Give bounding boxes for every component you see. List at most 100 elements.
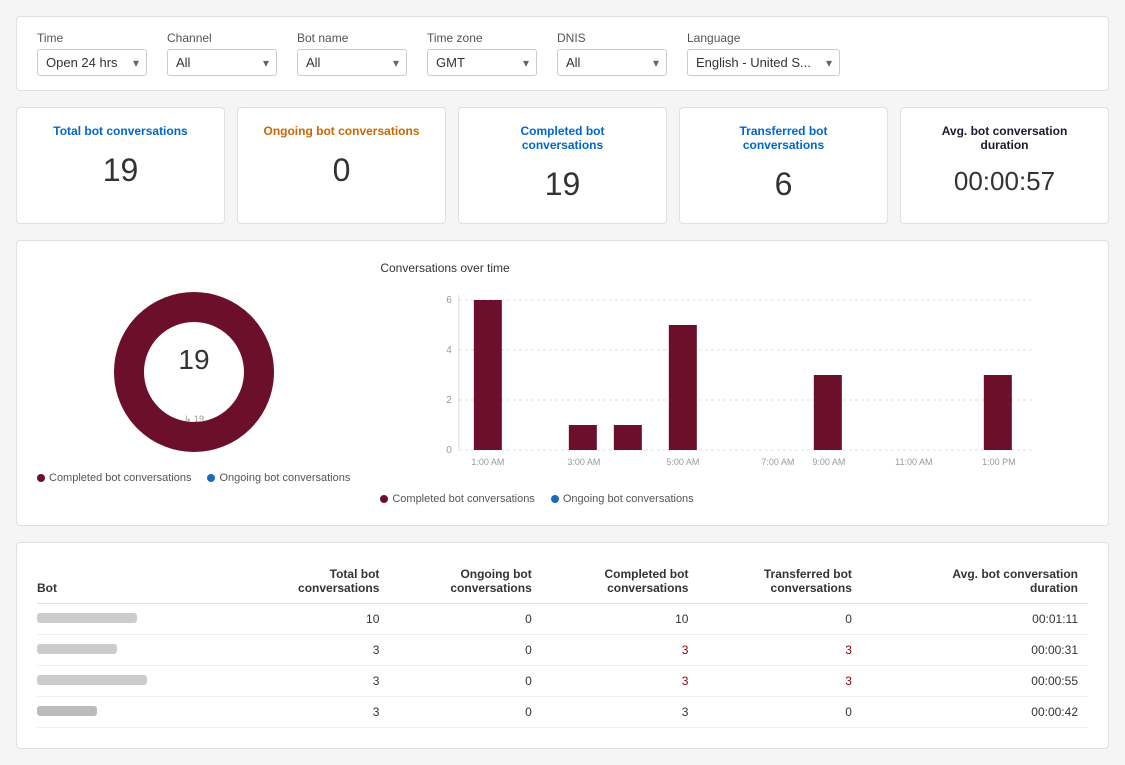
filters-bar: Time Open 24 hrs Channel All Bot name Al… — [16, 16, 1109, 91]
cell-ongoing: 0 — [389, 697, 541, 728]
svg-text:2: 2 — [447, 395, 453, 406]
completed-dot — [37, 474, 45, 482]
col-total: Total botconversations — [237, 559, 389, 604]
cell-completed: 3 — [542, 635, 699, 666]
donut-legend-completed: Completed bot conversations — [37, 472, 191, 484]
table-section: Bot Total botconversations Ongoing botco… — [16, 542, 1109, 749]
metric-ongoing-value: 0 — [333, 152, 351, 189]
cell-ongoing: 0 — [389, 604, 541, 635]
filter-dnis-wrapper[interactable]: All — [557, 49, 667, 76]
table-row: 10010000:01:11 — [37, 604, 1088, 635]
cell-bot-name — [37, 635, 237, 666]
svg-text:3:00 AM: 3:00 AM — [568, 457, 601, 467]
col-ongoing: Ongoing botconversations — [389, 559, 541, 604]
cell-transferred: 3 — [698, 635, 861, 666]
metric-avg-duration: Avg. bot conversation duration 00:00:57 — [900, 107, 1109, 224]
donut-legend: Completed bot conversations Ongoing bot … — [37, 472, 350, 484]
metric-ongoing-title: Ongoing bot conversations — [263, 124, 419, 138]
filter-channel-select[interactable]: All — [167, 49, 277, 76]
filter-language-select[interactable]: English - United S... — [687, 49, 840, 76]
filter-timezone-label: Time zone — [427, 31, 537, 45]
donut-legend-ongoing: Ongoing bot conversations — [207, 472, 350, 484]
bar-chart-area: 0 2 4 6 — [380, 285, 1088, 485]
filter-language-wrapper[interactable]: English - United S... — [687, 49, 840, 76]
svg-text:7:00 AM: 7:00 AM — [762, 457, 795, 467]
filter-language: Language English - United S... — [687, 31, 840, 76]
cell-bot-name — [37, 666, 237, 697]
cell-bot-name — [37, 604, 237, 635]
cell-avg: 00:00:42 — [862, 697, 1088, 728]
ongoing-dot — [207, 474, 215, 482]
metric-total: Total bot conversations 19 — [16, 107, 225, 224]
bar-3am — [569, 425, 597, 450]
bar-legend-completed-label: Completed bot conversations — [392, 493, 534, 505]
filter-dnis: DNIS All — [557, 31, 667, 76]
filter-language-label: Language — [687, 31, 840, 45]
filter-timezone-wrapper[interactable]: GMT — [427, 49, 537, 76]
metric-completed-value: 19 — [545, 166, 581, 203]
cell-ongoing: 0 — [389, 635, 541, 666]
cell-transferred: 0 — [698, 697, 861, 728]
filter-botname-label: Bot name — [297, 31, 407, 45]
filter-botname-wrapper[interactable]: All — [297, 49, 407, 76]
donut-chart-container: 19 ↳ 19 Completed bot conversations Ongo… — [37, 282, 350, 484]
bar-chart-svg: 0 2 4 6 — [380, 285, 1088, 485]
filter-time-wrapper[interactable]: Open 24 hrs — [37, 49, 147, 76]
metric-transferred: Transferred bot conversations 6 — [679, 107, 888, 224]
metrics-row: Total bot conversations 19 Ongoing bot c… — [16, 107, 1109, 224]
dashboard-page: Time Open 24 hrs Channel All Bot name Al… — [0, 0, 1125, 765]
bar-5am — [669, 325, 697, 450]
table-row: 303300:00:55 — [37, 666, 1088, 697]
filter-botname-select[interactable]: All — [297, 49, 407, 76]
bar-completed-dot — [380, 495, 388, 503]
svg-text:11:00 AM: 11:00 AM — [895, 457, 932, 467]
table-row: 303000:00:42 — [37, 697, 1088, 728]
cell-total: 3 — [237, 666, 389, 697]
cell-avg: 00:00:31 — [862, 635, 1088, 666]
bar-chart-legend: Completed bot conversations Ongoing bot … — [380, 493, 1088, 505]
svg-text:0: 0 — [447, 445, 453, 456]
cell-total: 3 — [237, 697, 389, 728]
bar-ongoing-dot — [551, 495, 559, 503]
metric-transferred-value: 6 — [775, 166, 793, 203]
cell-bot-name — [37, 697, 237, 728]
bot-table: Bot Total botconversations Ongoing botco… — [37, 559, 1088, 728]
svg-text:↳ 19: ↳ 19 — [184, 414, 204, 424]
metric-avg-title: Avg. bot conversation duration — [921, 124, 1088, 152]
table-body: 10010000:01:11303300:00:31303300:00:5530… — [37, 604, 1088, 728]
filter-channel: Channel All — [167, 31, 277, 76]
filter-channel-label: Channel — [167, 31, 277, 45]
svg-text:1:00 AM: 1:00 AM — [472, 457, 505, 467]
cell-transferred: 0 — [698, 604, 861, 635]
donut-legend-ongoing-label: Ongoing bot conversations — [219, 472, 350, 484]
filter-dnis-select[interactable]: All — [557, 49, 667, 76]
metric-ongoing: Ongoing bot conversations 0 — [237, 107, 446, 224]
metric-transferred-title: Transferred bot conversations — [700, 124, 867, 152]
filter-timezone-select[interactable]: GMT — [427, 49, 537, 76]
cell-total: 3 — [237, 635, 389, 666]
svg-text:9:00 AM: 9:00 AM — [813, 457, 846, 467]
cell-avg: 00:00:55 — [862, 666, 1088, 697]
col-bot: Bot — [37, 559, 237, 604]
bar-legend-ongoing-label: Ongoing bot conversations — [563, 493, 694, 505]
filter-time: Time Open 24 hrs — [37, 31, 147, 76]
cell-ongoing: 0 — [389, 666, 541, 697]
svg-text:1:00 PM: 1:00 PM — [982, 457, 1016, 467]
bar-legend-completed: Completed bot conversations — [380, 493, 534, 505]
filter-botname: Bot name All — [297, 31, 407, 76]
cell-completed: 3 — [542, 697, 699, 728]
metric-total-title: Total bot conversations — [53, 124, 187, 138]
bar-chart-container: Conversations over time 0 2 4 6 — [380, 261, 1088, 505]
filter-channel-wrapper[interactable]: All — [167, 49, 277, 76]
bar-chart-title: Conversations over time — [380, 261, 1088, 275]
col-transferred: Transferred botconversations — [698, 559, 861, 604]
cell-total: 10 — [237, 604, 389, 635]
donut-chart-svg: 19 ↳ 19 — [104, 282, 284, 462]
metric-completed: Completed bot conversations 19 — [458, 107, 667, 224]
table-header-row: Bot Total botconversations Ongoing botco… — [37, 559, 1088, 604]
cell-completed: 3 — [542, 666, 699, 697]
bar-1am — [474, 300, 502, 450]
col-completed: Completed botconversations — [542, 559, 699, 604]
svg-text:4: 4 — [447, 345, 453, 356]
filter-time-select[interactable]: Open 24 hrs — [37, 49, 147, 76]
